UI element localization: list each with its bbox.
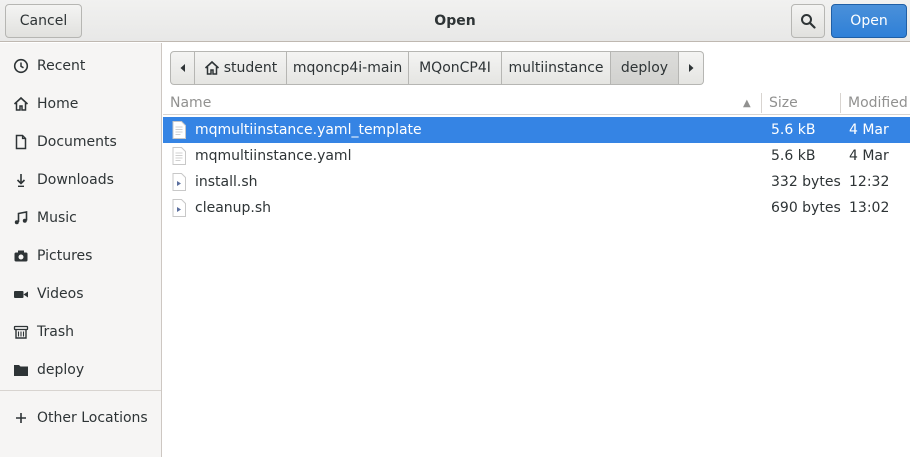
script-file-icon [172,199,186,217]
file-row[interactable]: mqmultiinstance.yaml_template 5.6 kB 4 M… [163,117,910,143]
file-modified: 4 Mar [849,148,889,164]
clock-icon [13,58,29,74]
file-row[interactable]: mqmultiinstance.yaml 5.6 kB 4 Mar [163,143,910,169]
file-row[interactable]: install.sh 332 bytes 12:32 [163,169,910,195]
column-divider [840,93,841,113]
column-header-label: Name [170,95,212,111]
plus-icon [13,410,29,426]
sidebar-item-label: Other Locations [37,410,148,426]
path-crumb-label: student [223,60,278,76]
header-bar: Cancel Open Open [0,0,910,42]
sidebar-item-downloads[interactable]: Downloads [0,163,161,197]
text-file-icon [172,121,186,139]
sidebar: Recent Home Documents Downloads Music Pi… [0,43,162,457]
sidebar-item-label: Music [37,210,77,226]
file-size: 5.6 kB [771,122,816,138]
file-name: mqmultiinstance.yaml_template [195,122,422,138]
text-file-icon [172,147,186,165]
sidebar-item-deploy[interactable]: deploy [0,353,161,387]
sidebar-item-label: Pictures [37,248,93,264]
sidebar-item-label: deploy [37,362,85,378]
home-icon [13,96,29,112]
folder-icon [13,362,29,378]
sidebar-item-pictures[interactable]: Pictures [0,239,161,273]
path-crumb-mqoncp4i-main[interactable]: mqoncp4i-main [287,51,409,85]
path-crumb-label: MQonCP4I [419,60,491,76]
sidebar-item-videos[interactable]: Videos [0,277,161,311]
file-modified: 4 Mar [849,122,889,138]
sidebar-item-label: Trash [37,324,74,340]
download-icon [13,172,29,188]
sort-ascending-icon: ▲ [743,97,751,109]
sidebar-item-other-locations[interactable]: Other Locations [0,401,161,435]
sidebar-item-label: Downloads [37,172,114,188]
path-crumb-deploy[interactable]: deploy [611,51,679,85]
path-crumb-mqoncp4i[interactable]: MQonCP4I [409,51,502,85]
file-list-header: Name ▲ Size Modified [163,91,910,115]
sidebar-item-home[interactable]: Home [0,87,161,121]
file-modified: 12:32 [849,174,890,190]
sidebar-item-music[interactable]: Music [0,201,161,235]
home-icon [204,60,219,75]
file-row[interactable]: cleanup.sh 690 bytes 13:02 [163,195,910,221]
column-header-name[interactable]: Name [170,91,760,115]
sidebar-item-documents[interactable]: Documents [0,125,161,159]
path-crumb-label: mqoncp4i-main [292,60,403,76]
path-crumb-label: multiinstance [508,60,604,76]
file-name: install.sh [195,174,258,190]
sidebar-item-label: Recent [37,58,86,74]
music-icon [13,210,29,226]
video-icon [13,286,29,302]
column-header-label: Size [769,95,798,111]
script-file-icon [172,173,186,191]
sidebar-item-recent[interactable]: Recent [0,49,161,83]
open-button[interactable]: Open [831,4,907,38]
sidebar-item-label: Home [37,96,79,112]
column-header-label: Modified [848,95,908,111]
sidebar-divider [0,390,161,391]
path-crumb-multiinstance[interactable]: multiinstance [502,51,611,85]
file-modified: 13:02 [849,200,890,216]
file-size: 690 bytes [771,200,841,216]
sidebar-item-trash[interactable]: Trash [0,315,161,349]
path-scroll-left-button[interactable] [170,51,195,85]
column-header-modified[interactable]: Modified [848,91,910,115]
chevron-left-icon [180,64,185,72]
dialog-title: Open [434,13,476,29]
path-bar: student mqoncp4i-main MQonCP4I multiinst… [170,51,704,85]
sidebar-item-label: Videos [37,286,84,302]
search-button[interactable] [791,4,825,38]
chevron-right-icon [689,64,694,72]
document-icon [13,134,29,150]
file-size: 332 bytes [771,174,841,190]
file-name: mqmultiinstance.yaml [195,148,352,164]
path-crumb-label: deploy [620,60,669,76]
path-scroll-right-button[interactable] [679,51,704,85]
cancel-button[interactable]: Cancel [5,4,82,38]
trash-icon [13,324,29,340]
file-name: cleanup.sh [195,200,272,216]
column-divider [761,93,762,113]
column-header-size[interactable]: Size [769,91,839,115]
camera-icon [13,248,29,264]
file-size: 5.6 kB [771,148,816,164]
search-icon [801,14,816,29]
sidebar-item-label: Documents [37,134,117,150]
path-crumb-student[interactable]: student [195,51,287,85]
